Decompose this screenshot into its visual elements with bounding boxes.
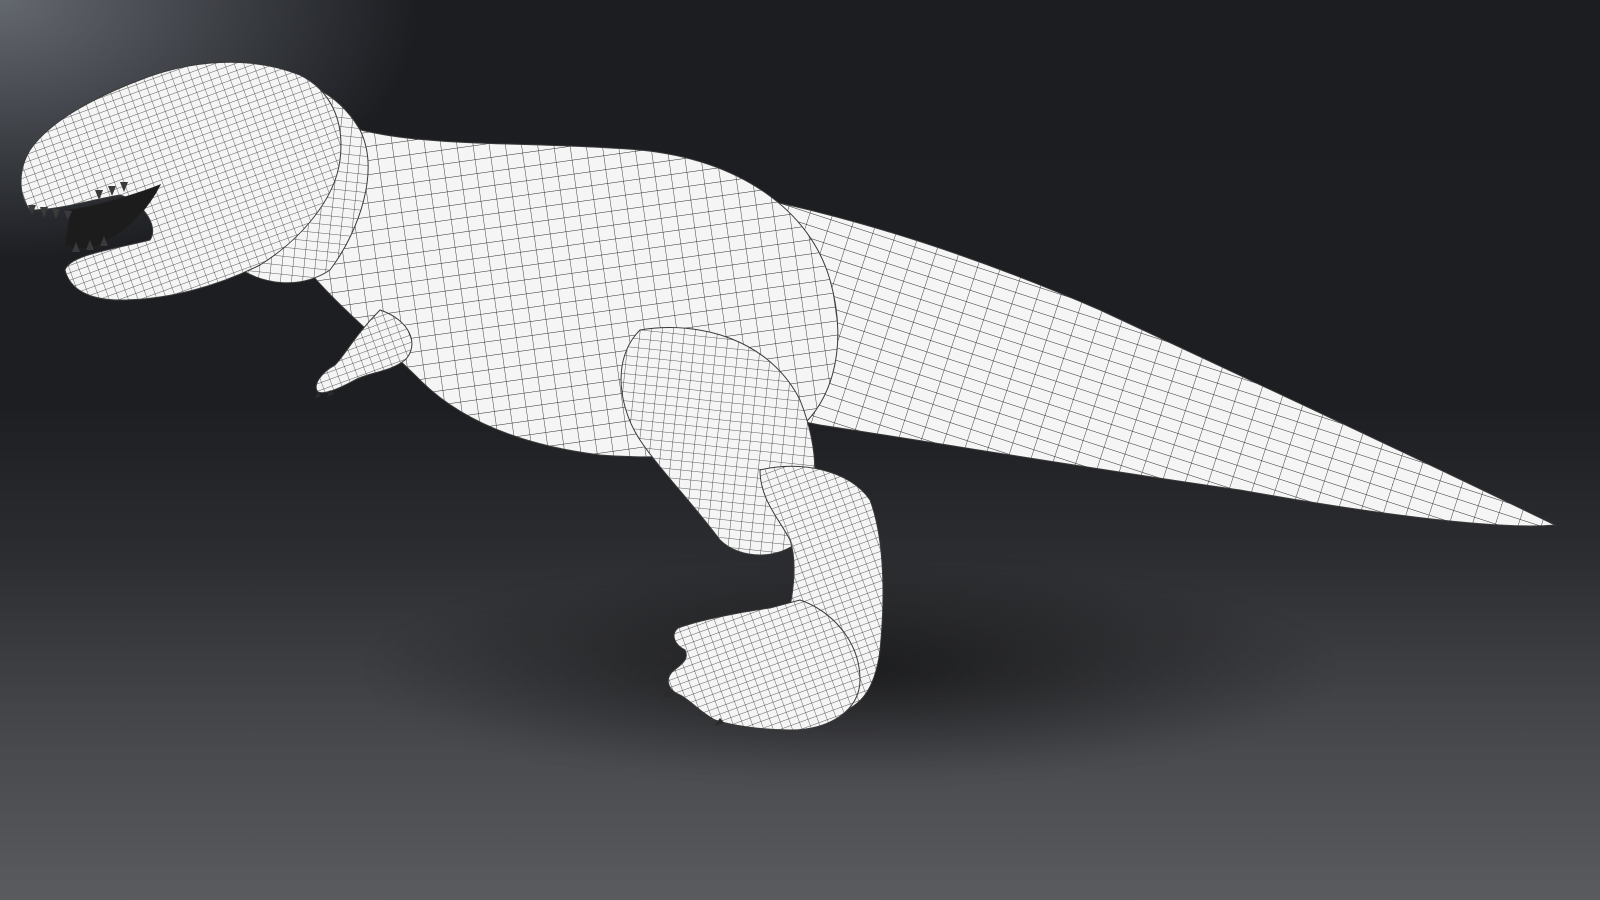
foot-mesh [667,599,861,731]
render-viewport [0,0,1600,900]
trex-wireframe-model [20,61,1557,731]
